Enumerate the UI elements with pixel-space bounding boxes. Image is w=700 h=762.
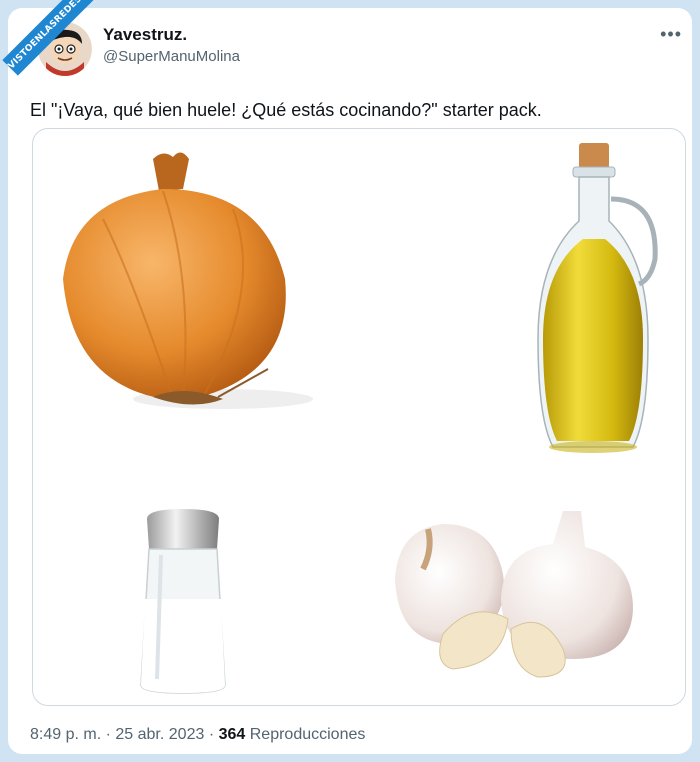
user-handle[interactable]: @SuperManuMolina [103, 48, 240, 65]
more-horizontal-icon[interactable]: ••• [660, 24, 682, 45]
tweet-metadata: 8:49 p. m. · 25 abr. 2023 · 364 Reproduc… [30, 726, 365, 744]
olive-oil-bottle-image [537, 143, 658, 453]
garlic-image [395, 511, 633, 678]
salt-shaker-image [140, 509, 226, 694]
display-name[interactable]: Yavestruz. [103, 25, 187, 45]
tweet-date[interactable]: 25 abr. 2023 [115, 726, 204, 743]
onion-image [63, 152, 313, 409]
views-count: 364 [218, 726, 246, 743]
separator: · [105, 726, 111, 743]
separator: · [208, 726, 215, 743]
views-label: Reproducciones [249, 726, 366, 743]
tweet-text: El "¡Vaya, qué bien huele! ¿Qué estás co… [30, 100, 542, 120]
tweet-image[interactable] [32, 128, 686, 706]
tweet-card: VISTOENLASREDES.com Yavestruz. @SuperMan… [2, 0, 692, 754]
tweet-time[interactable]: 8:49 p. m. [30, 726, 101, 743]
